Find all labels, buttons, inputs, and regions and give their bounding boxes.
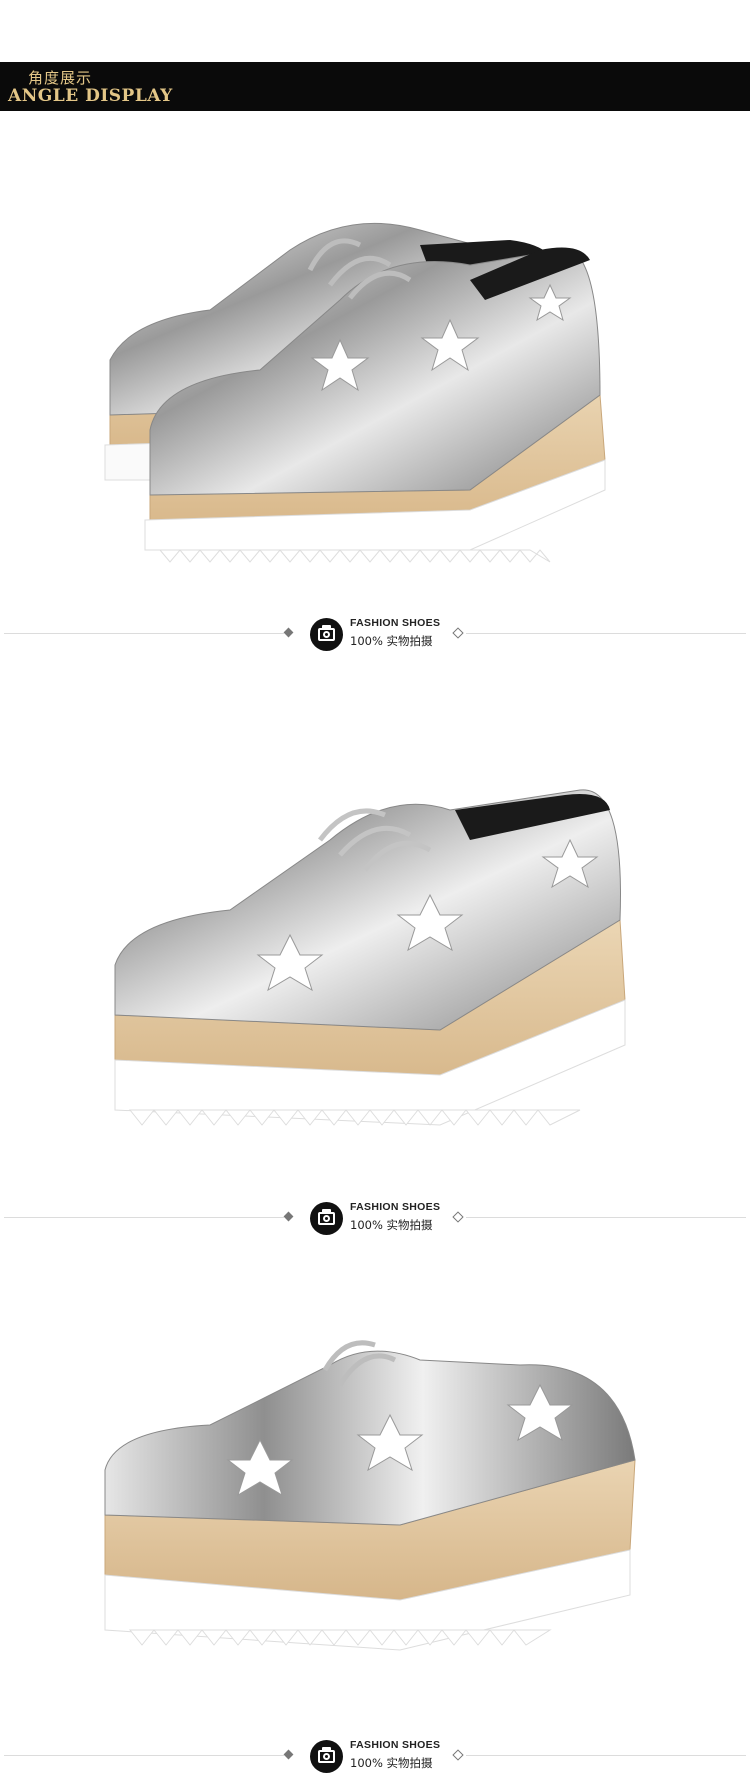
- section-header: 角度展示 ANGLE DISPLAY: [0, 62, 750, 111]
- camera-icon: [310, 1202, 343, 1235]
- section-title-cn: 角度展示: [28, 69, 93, 87]
- photo-divider-1: FASHION SHOES 100% 实物拍摄: [0, 613, 750, 653]
- diamond-icon: [283, 1211, 294, 1222]
- camera-icon: [310, 1740, 343, 1773]
- divider-label-en: FASHION SHOES: [350, 1201, 441, 1213]
- product-photo-1: [90, 190, 660, 610]
- photo-divider-2: FASHION SHOES 100% 实物拍摄: [0, 1197, 750, 1237]
- diamond-outline-icon: [452, 1211, 464, 1223]
- divider-label-cn: 100% 实物拍摄: [350, 1218, 433, 1232]
- divider-line: [466, 1755, 746, 1756]
- divider-line: [4, 633, 284, 634]
- product-photo-2: [110, 770, 680, 1190]
- camera-icon: [310, 618, 343, 651]
- diamond-icon: [283, 1749, 294, 1760]
- divider-line: [4, 1755, 284, 1756]
- divider-line: [466, 633, 746, 634]
- photo-divider-3: FASHION SHOES 100% 实物拍摄: [0, 1735, 750, 1775]
- product-photo-3: [100, 1330, 670, 1750]
- divider-label-cn: 100% 实物拍摄: [350, 634, 433, 648]
- diamond-outline-icon: [452, 1749, 464, 1761]
- divider-label-en: FASHION SHOES: [350, 1739, 441, 1751]
- divider-label-cn: 100% 实物拍摄: [350, 1756, 433, 1770]
- divider-label-en: FASHION SHOES: [350, 617, 441, 629]
- diamond-outline-icon: [452, 627, 464, 639]
- diamond-icon: [283, 627, 294, 638]
- divider-line: [4, 1217, 284, 1218]
- section-title-en: ANGLE DISPLAY: [8, 86, 173, 106]
- divider-line: [466, 1217, 746, 1218]
